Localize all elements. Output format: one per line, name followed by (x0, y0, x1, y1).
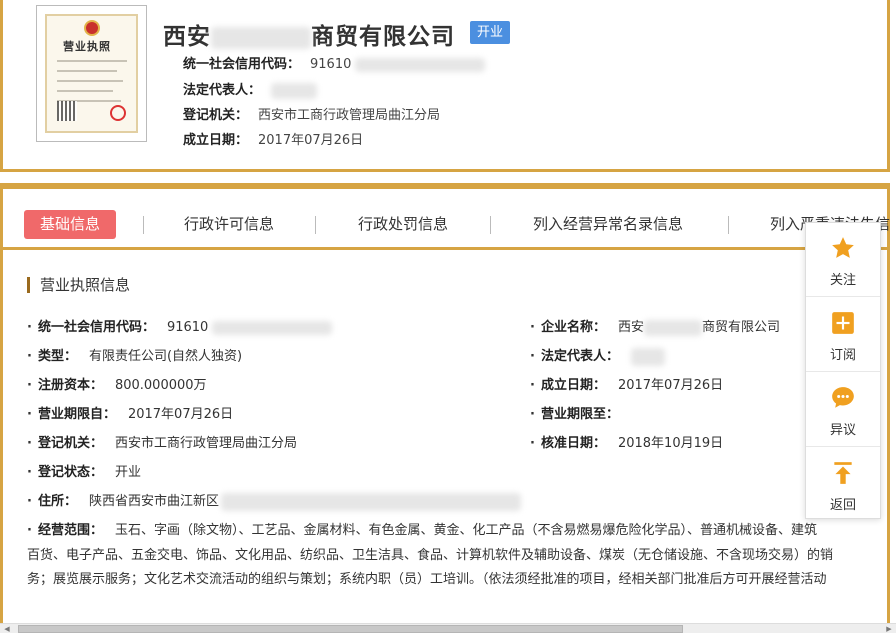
company-name: 西安 商贸有限公司 (163, 24, 455, 50)
tab-admin-penalty[interactable]: 行政处罚信息 (358, 210, 448, 239)
company-header-card: 营业执照 西安 商贸有限公司 开业 统一社会信用代码： 91610 法定代表人： 登… (0, 0, 890, 172)
redacted-text (212, 320, 333, 335)
field-reg-status: · 登记状态： 开业 (27, 465, 141, 480)
qr-code-icon (57, 101, 77, 121)
field-term-from: · 营业期限自： 2017年07月26日 (27, 407, 234, 422)
scroll-left-icon[interactable]: ◀ (2, 625, 12, 633)
header-authority: 登记机关： 西安市工商行政管理局曲江分局 (183, 108, 441, 123)
header-founded: 成立日期： 2017年07月26日 (183, 133, 364, 148)
basic-info-card: 基础信息 行政许可信息 行政处罚信息 列入经营异常名录信息 列入严重违法失信 营… (0, 183, 890, 623)
redacted-text (630, 347, 665, 366)
field-address: · 住所： 陕西省西安市曲江新区 (27, 490, 521, 511)
star-icon (832, 237, 854, 258)
field-type: · 类型： 有限责任公司(自然人独资) (27, 349, 243, 364)
redacted-text (271, 82, 318, 99)
redacted-text (643, 319, 702, 336)
add-square-icon (832, 312, 854, 334)
scope-line-3: 务；展览展示服务；文化艺术交流活动的组织与策划；系统内职（员）工培训。（依法须经… (27, 572, 827, 587)
arrow-up-icon (834, 462, 852, 484)
redacted-text (220, 492, 521, 511)
field-capital: · 注册资本： 800.000000万 (27, 378, 207, 393)
field-term-to: · 营业期限至： (530, 407, 619, 422)
business-license-thumbnail[interactable]: 营业执照 (36, 5, 147, 142)
license-image: 营业执照 (45, 14, 138, 133)
header-legal-rep: 法定代表人： (183, 79, 318, 99)
field-founded: · 成立日期： 2017年07月26日 (530, 378, 724, 393)
field-credit-code: · 统一社会信用代码： 91610 (27, 316, 333, 335)
chat-bubble-icon (832, 387, 854, 408)
field-scope: · 经营范围： 玉石、字画（除文物）、工艺品、金属材料、有色金属、黄金、化工产品（不… (27, 523, 817, 538)
seal-icon (110, 105, 126, 121)
tab-basic-info[interactable]: 基础信息 (24, 210, 117, 239)
field-legal-rep: · 法定代表人： (530, 345, 665, 366)
field-authority: · 登记机关： 西安市工商行政管理局曲江分局 (27, 436, 297, 451)
horizontal-scrollbar[interactable]: ◀ ▶ (0, 623, 896, 633)
scroll-right-icon[interactable]: ▶ (884, 625, 894, 633)
info-tabs: 基础信息 行政许可信息 行政处罚信息 列入经营异常名录信息 列入严重违法失信 (3, 196, 890, 250)
subscribe-button[interactable]: 订阅 (806, 298, 880, 372)
redacted-text (355, 57, 486, 72)
back-to-top-button[interactable]: 返回 (806, 448, 880, 522)
scrollbar-thumb[interactable] (18, 625, 683, 633)
section-title: 营业执照信息 (27, 277, 130, 293)
scope-line-2: 百货、电子产品、五金交电、饰品、文化用品、纺织品、卫生洁具、食品、计算机软件及辅… (27, 548, 834, 563)
objection-button[interactable]: 异议 (806, 373, 880, 447)
field-company-name: · 企业名称： 西安 商贸有限公司 (530, 319, 780, 336)
license-thumb-title: 营业执照 (63, 40, 111, 53)
tab-abnormal-operation[interactable]: 列入经营异常名录信息 (533, 210, 683, 239)
redacted-text (211, 26, 311, 49)
field-approved: · 核准日期： 2018年10月19日 (530, 436, 724, 451)
tab-admin-license[interactable]: 行政许可信息 (184, 210, 274, 239)
side-toolbar: 关注 订阅 异议 返回 (805, 222, 881, 519)
follow-button[interactable]: 关注 (806, 223, 880, 297)
status-badge: 开业 (470, 21, 511, 44)
national-emblem-icon (84, 20, 100, 36)
header-credit-code: 统一社会信用代码： 91610 (183, 53, 486, 72)
